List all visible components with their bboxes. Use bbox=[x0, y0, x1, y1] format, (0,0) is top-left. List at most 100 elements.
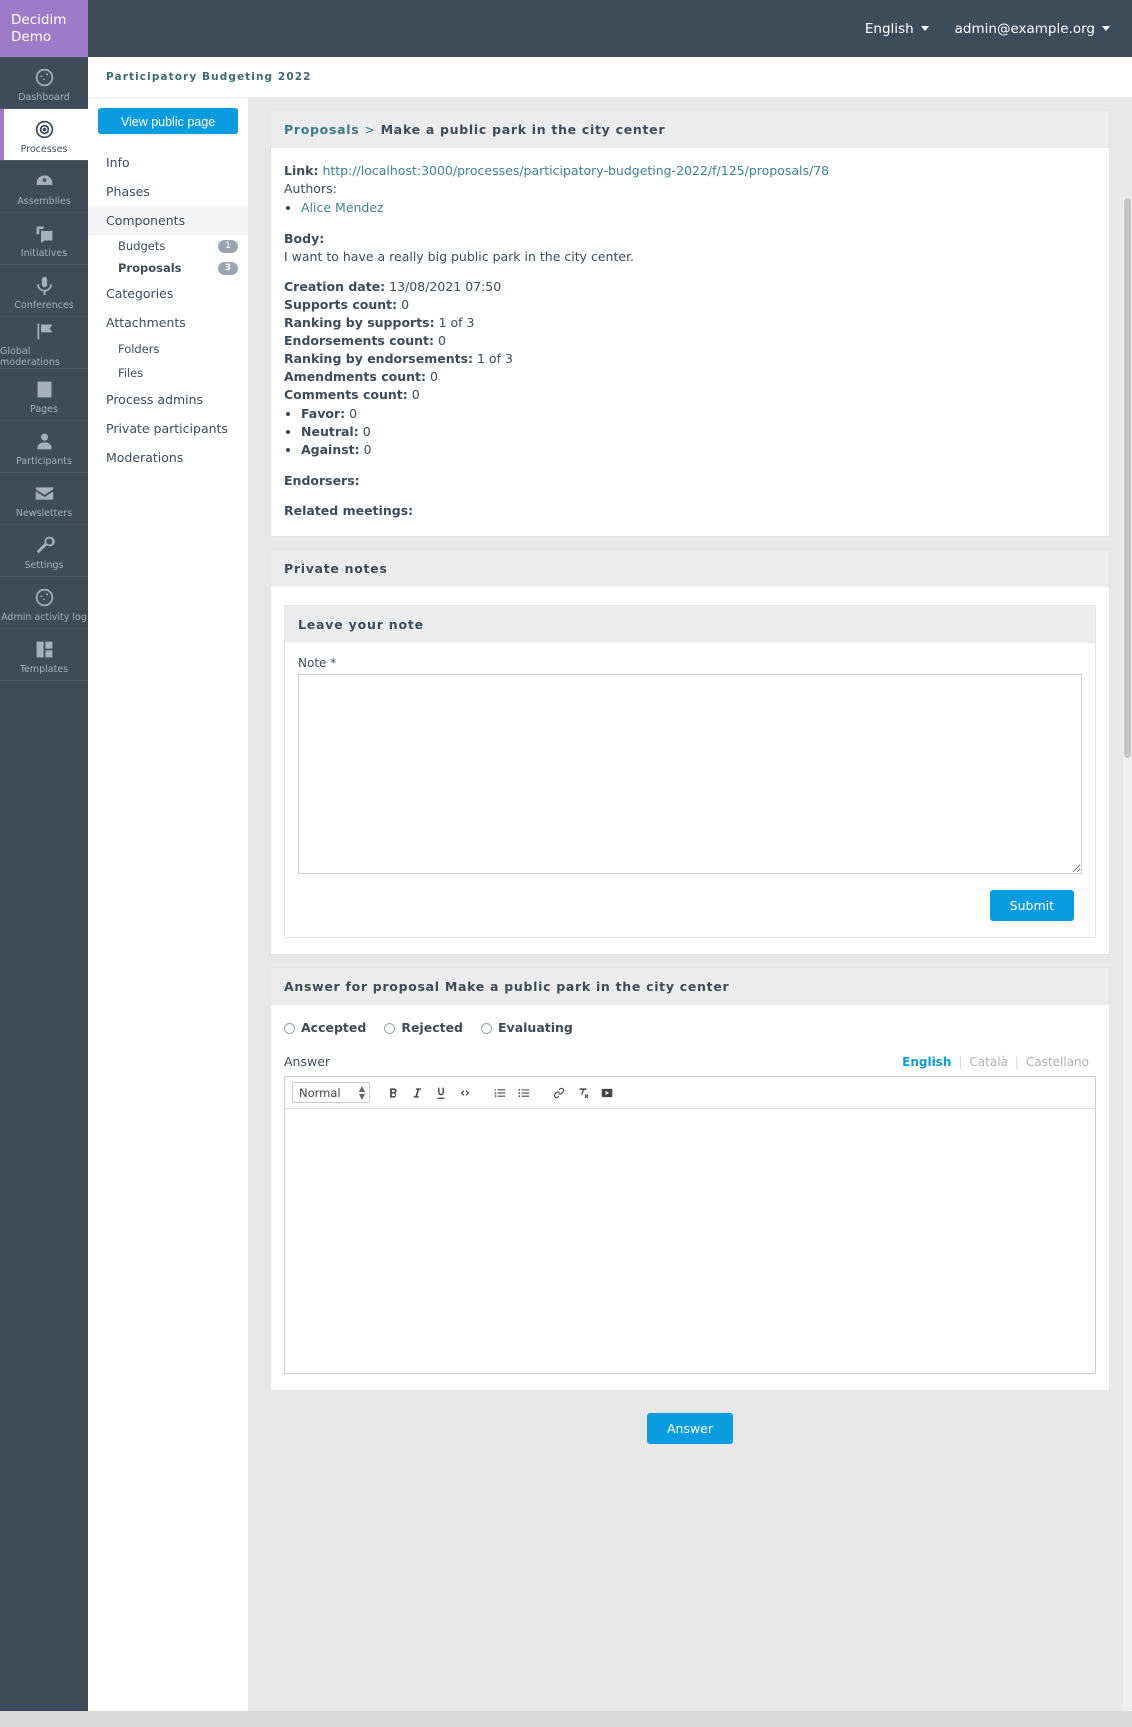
sidebar-item-templates[interactable]: Templates bbox=[0, 629, 88, 681]
body-label-text: Body: bbox=[284, 231, 325, 246]
clear-format-icon[interactable] bbox=[572, 1082, 594, 1103]
nav-item-phases[interactable]: Phases bbox=[88, 177, 248, 206]
nav-item-attachments[interactable]: Attachments bbox=[88, 308, 248, 337]
sidebar-label: Initiatives bbox=[20, 247, 68, 259]
radio-evaluating[interactable]: Evaluating bbox=[481, 1019, 573, 1037]
nav-item-categories[interactable]: Categories bbox=[88, 279, 248, 308]
italic-icon[interactable] bbox=[406, 1082, 428, 1103]
endorsements-value: 0 bbox=[437, 333, 446, 348]
nav-subitem-proposals[interactable]: Proposals 3 bbox=[88, 257, 248, 279]
main-content: Proposals > Make a public park in the ci… bbox=[248, 98, 1132, 1727]
against-row: Against: 0 bbox=[301, 441, 1096, 459]
sidebar-item-initiatives[interactable]: Initiatives bbox=[0, 213, 88, 265]
nav-item-private-participants[interactable]: Private participants bbox=[88, 414, 248, 443]
main-sidebar: Dashboard Processes Assemblies Initiativ… bbox=[0, 57, 88, 1727]
nav-subitem-budgets[interactable]: Budgets 1 bbox=[88, 235, 248, 257]
language-selector-label: English bbox=[864, 20, 914, 37]
author-item: Alice Mendez bbox=[301, 199, 1096, 217]
locale-tab-english[interactable]: English bbox=[895, 1053, 958, 1071]
supports-value: 0 bbox=[401, 297, 410, 312]
proposal-detail-card: Proposals > Make a public park in the ci… bbox=[270, 110, 1110, 537]
brand-logo[interactable]: Decidim Demo bbox=[0, 0, 88, 57]
sidebar-item-pages[interactable]: Pages bbox=[0, 369, 88, 421]
block-format-value: Normal bbox=[299, 1085, 341, 1100]
wrench-icon bbox=[34, 535, 55, 556]
nav-item-process-admins[interactable]: Process admins bbox=[88, 385, 248, 414]
sidebar-item-conferences[interactable]: Conferences bbox=[0, 265, 88, 317]
vertical-scrollbar[interactable] bbox=[1123, 196, 1132, 1711]
radio-rejected[interactable]: Rejected bbox=[384, 1019, 463, 1037]
sidebar-item-global-moderations[interactable]: Global moderations bbox=[0, 317, 88, 369]
locale-tab-catala[interactable]: Català bbox=[962, 1053, 1014, 1071]
brand-line-1: Decidim bbox=[11, 11, 67, 28]
sidebar-item-participants[interactable]: Participants bbox=[0, 421, 88, 473]
bottom-strip bbox=[0, 1711, 1132, 1727]
sidebar-item-newsletters[interactable]: Newsletters bbox=[0, 473, 88, 525]
proposal-detail-body: Link: http://localhost:3000/processes/pa… bbox=[271, 148, 1109, 536]
body-text: I want to have a really big public park … bbox=[284, 249, 635, 264]
radio-evaluating-dot[interactable] bbox=[481, 1022, 493, 1034]
nav-item-moderations[interactable]: Moderations bbox=[88, 443, 248, 472]
private-notes-title: Private notes bbox=[271, 550, 1109, 587]
author-link[interactable]: Alice Mendez bbox=[301, 200, 384, 215]
code-icon[interactable] bbox=[454, 1082, 476, 1103]
proposal-public-link[interactable]: http://localhost:3000/processes/particip… bbox=[322, 163, 829, 178]
ranking-supports-row: Ranking by supports: 1 of 3 bbox=[284, 314, 1096, 332]
sidebar-item-dashboard[interactable]: Dashboard bbox=[0, 57, 88, 109]
breadcrumb: Proposals > Make a public park in the ci… bbox=[271, 111, 1109, 148]
note-label: Note * bbox=[298, 656, 337, 670]
nav-item-components[interactable]: Components bbox=[88, 206, 248, 235]
answer-field-label: Answer bbox=[284, 1054, 331, 1069]
note-textarea[interactable] bbox=[298, 674, 1082, 874]
chevron-down-icon bbox=[1102, 26, 1110, 31]
related-meetings-label: Related meetings: bbox=[284, 503, 414, 518]
sidebar-item-settings[interactable]: Settings bbox=[0, 525, 88, 577]
radio-evaluating-label: Evaluating bbox=[498, 1020, 573, 1035]
leave-note-title: Leave your note bbox=[285, 606, 1095, 643]
sidebar-label: Global moderations bbox=[0, 346, 60, 368]
sidebar-item-processes[interactable]: Processes bbox=[0, 109, 88, 161]
initiatives-icon bbox=[34, 223, 55, 244]
top-bar-right: English admin@example.org bbox=[865, 0, 1132, 57]
creation-date-label: Creation date: bbox=[284, 279, 386, 294]
bold-icon[interactable] bbox=[382, 1082, 404, 1103]
nav-subitem-files[interactable]: Files bbox=[88, 361, 248, 385]
video-icon[interactable] bbox=[596, 1082, 618, 1103]
authors-label: Authors: bbox=[284, 181, 337, 196]
dashboard-icon bbox=[34, 67, 55, 88]
supports-label: Supports count: bbox=[284, 297, 398, 312]
radio-rejected-dot[interactable] bbox=[384, 1022, 396, 1034]
editor-content-area[interactable] bbox=[285, 1109, 1095, 1373]
submit-note-button[interactable]: Submit bbox=[989, 890, 1074, 921]
locale-tab-castellano[interactable]: Castellano bbox=[1019, 1053, 1096, 1071]
scrollbar-thumb[interactable] bbox=[1124, 198, 1131, 758]
private-notes-body: Leave your note Note * Submit bbox=[271, 587, 1109, 954]
underline-icon[interactable] bbox=[430, 1082, 452, 1103]
ranking-endorsements-label: Ranking by endorsements: bbox=[284, 351, 474, 366]
answer-submit-button[interactable]: Answer bbox=[646, 1413, 734, 1444]
sidebar-item-admin-activity-log[interactable]: Admin activity log bbox=[0, 577, 88, 629]
block-format-select[interactable]: Normal ▲ ▼ bbox=[292, 1082, 370, 1103]
sidebar-item-assemblies[interactable]: Assemblies bbox=[0, 161, 88, 213]
sidebar-label: Admin activity log bbox=[1, 611, 87, 623]
badge-proposals-count: 3 bbox=[218, 261, 238, 275]
link-icon[interactable] bbox=[548, 1082, 570, 1103]
breadcrumb-proposals-link[interactable]: Proposals bbox=[284, 122, 359, 137]
favor-value: 0 bbox=[349, 406, 358, 421]
radio-accepted-dot[interactable] bbox=[284, 1022, 295, 1034]
nav-item-info[interactable]: Info bbox=[88, 148, 248, 177]
bullet-list-icon[interactable] bbox=[513, 1082, 535, 1103]
view-public-page-button[interactable]: View public page bbox=[98, 108, 238, 134]
account-menu[interactable]: admin@example.org bbox=[955, 21, 1110, 37]
updown-icon: ▲ ▼ bbox=[358, 1083, 365, 1101]
nav-subitem-budgets-label: Budgets bbox=[118, 239, 166, 253]
radio-accepted[interactable]: Accepted bbox=[284, 1019, 366, 1037]
ordered-list-icon[interactable] bbox=[489, 1082, 511, 1103]
account-menu-label: admin@example.org bbox=[954, 20, 1095, 37]
nav-subitem-folders[interactable]: Folders bbox=[88, 337, 248, 361]
language-selector[interactable]: English bbox=[865, 21, 929, 37]
against-label: Against: bbox=[301, 442, 360, 457]
activity-log-icon bbox=[34, 587, 55, 608]
related-meetings-row: Related meetings: bbox=[284, 502, 1096, 520]
